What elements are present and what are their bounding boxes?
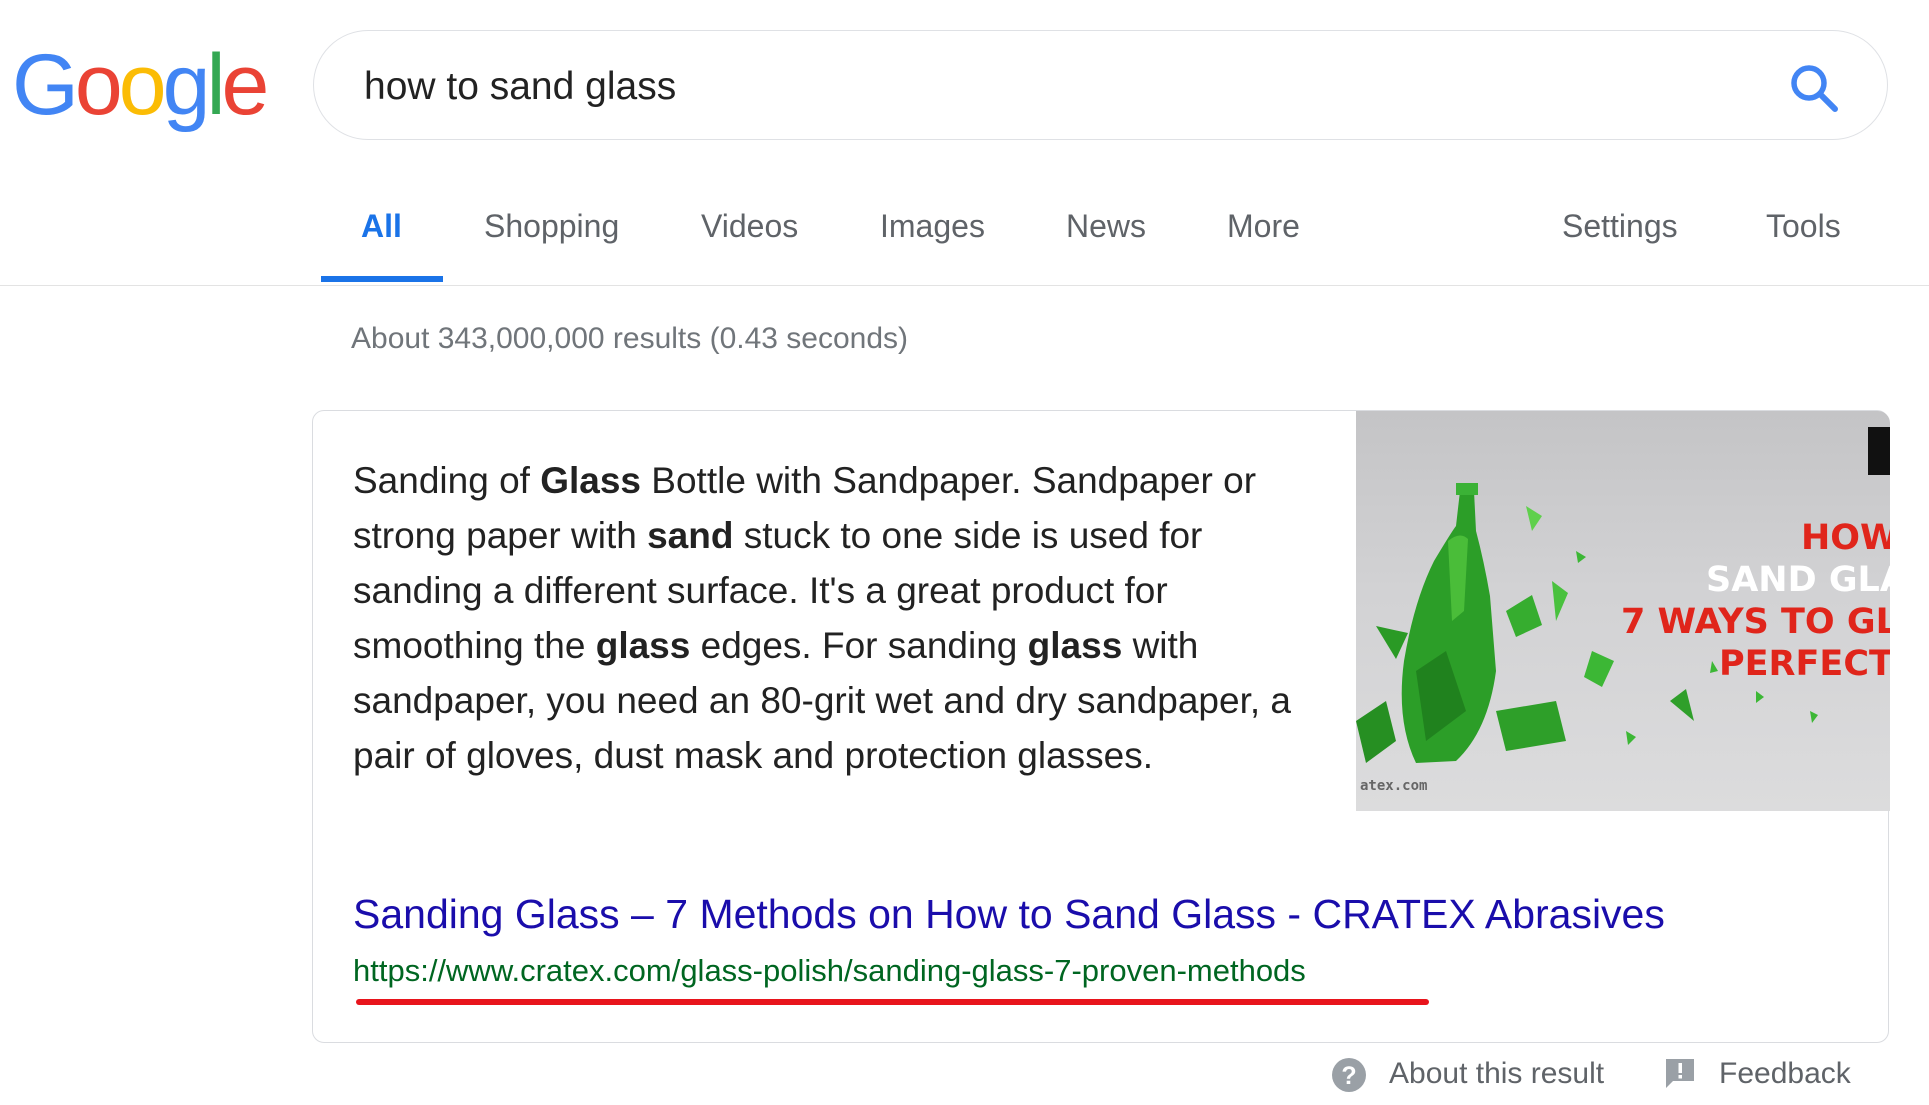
- image-overlay-line: 7 WAYS TO GL: [1621, 602, 1890, 642]
- logo-letter: g: [162, 37, 211, 133]
- url-highlight-underline: [356, 999, 1429, 1005]
- tab-shopping[interactable]: Shopping: [484, 208, 619, 245]
- featured-snippet-card: Sanding of Glass Bottle with Sandpaper. …: [312, 410, 1890, 1043]
- snippet-image[interactable]: HOW SAND GLA 7 WAYS TO GL PERFECT atex.c…: [1356, 411, 1890, 811]
- feedback-label: Feedback: [1719, 1057, 1851, 1090]
- svg-text:?: ?: [1341, 1062, 1356, 1090]
- search-icon: [1791, 65, 1838, 112]
- tab-settings[interactable]: Settings: [1562, 208, 1678, 245]
- logo-letter: o: [118, 37, 167, 133]
- snippet-text-segment: edges. For sanding: [690, 625, 1028, 666]
- image-corner-badge: [1868, 427, 1890, 475]
- feedback-icon: [1666, 1059, 1694, 1088]
- result-stats: About 343,000,000 results (0.43 seconds): [351, 322, 909, 355]
- tab-news[interactable]: News: [1066, 208, 1146, 245]
- tab-tools[interactable]: Tools: [1766, 208, 1841, 245]
- logo-letter: o: [74, 37, 123, 133]
- search-tabs: All Shopping Videos Images News More Set…: [0, 190, 1929, 285]
- search-input[interactable]: [364, 61, 1664, 113]
- tab-more[interactable]: More: [1227, 208, 1300, 245]
- logo-letter: l: [206, 37, 225, 133]
- tab-videos[interactable]: Videos: [701, 208, 798, 245]
- snippet-bold-term: Glass: [540, 460, 642, 501]
- tab-images[interactable]: Images: [880, 208, 985, 245]
- active-tab-indicator: [321, 276, 443, 282]
- about-result-label: About this result: [1389, 1057, 1605, 1090]
- snippet-text: Sanding of Glass Bottle with Sandpaper. …: [353, 453, 1313, 783]
- logo-letter: e: [221, 37, 270, 133]
- logo-letter: G: [12, 37, 79, 133]
- image-overlay-line: SAND GLA: [1706, 560, 1890, 600]
- google-logo[interactable]: Google: [12, 37, 270, 133]
- help-circle-icon: ?: [1332, 1058, 1366, 1092]
- snippet-bold-term: glass: [1027, 625, 1123, 666]
- tabs-divider: [0, 285, 1929, 286]
- image-watermark: atex.com: [1360, 778, 1428, 794]
- snippet-bold-term: sand: [647, 515, 734, 556]
- snippet-text-segment: Sanding of: [353, 460, 541, 501]
- result-title-link[interactable]: Sanding Glass – 7 Methods on How to Sand…: [353, 891, 1665, 938]
- snippet-bold-term: glass: [595, 625, 691, 666]
- result-url-link[interactable]: https://www.cratex.com/glass-polish/sand…: [353, 953, 1306, 989]
- search-button[interactable]: [1787, 61, 1841, 115]
- tab-all[interactable]: All: [361, 208, 402, 245]
- image-overlay-line: HOW: [1801, 518, 1890, 558]
- search-box[interactable]: [313, 30, 1888, 140]
- image-overlay-line: PERFECT: [1719, 644, 1890, 684]
